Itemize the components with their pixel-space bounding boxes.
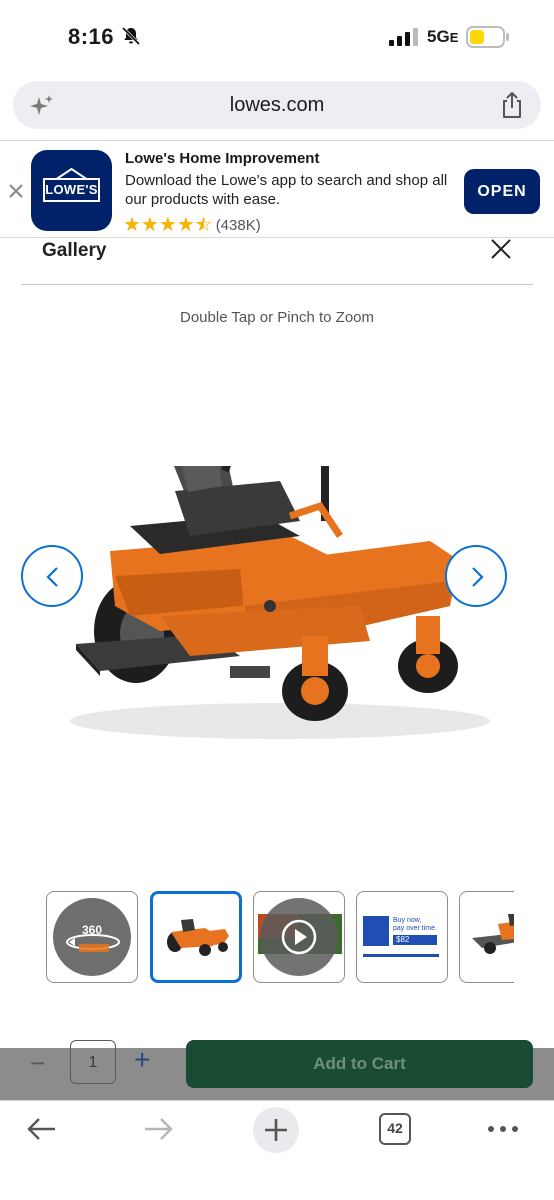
bell-slash-icon [121, 26, 141, 46]
divider [21, 284, 533, 285]
plus-icon [265, 1119, 287, 1141]
quantity-input[interactable]: 1 [70, 1040, 116, 1084]
quantity-increment-button[interactable]: + [134, 1044, 150, 1076]
thumbnail-image-selected[interactable] [150, 891, 242, 983]
lowes-logo-text: LOWE'S [43, 178, 100, 202]
smart-app-banner: LOWE'S Lowe's Home Improvement Download … [0, 140, 554, 238]
financing-line-2: pay over time. [393, 925, 437, 932]
rating-count: (438K) [215, 216, 261, 234]
network-label: 5GE [427, 27, 458, 47]
thumbnail-strip[interactable]: 360 Buy now, pay over time. $82 [46, 890, 514, 986]
lowes-app-icon[interactable]: LOWE'S [31, 150, 112, 231]
back-arrow-icon[interactable] [25, 1115, 57, 1143]
thumbnail-image[interactable] [459, 891, 514, 983]
banner-close-icon[interactable] [8, 183, 24, 199]
open-app-button[interactable]: OPEN [464, 169, 540, 214]
status-bar: 8:16 5GE [0, 0, 554, 76]
forward-arrow-icon[interactable] [143, 1115, 175, 1143]
half-star-icon: ☆ ★ [194, 214, 213, 236]
thumbnail-financing[interactable]: Buy now, pay over time. $82 [356, 891, 448, 983]
financing-line-1: Buy now, [393, 917, 422, 924]
close-icon[interactable] [490, 238, 512, 260]
star-icon: ★ [158, 214, 177, 236]
zoom-hint: Double Tap or Pinch to Zoom [180, 309, 374, 326]
tab-switcher-button[interactable]: 42 [379, 1113, 411, 1145]
buy-bar: − 1 + Add to Cart [0, 1040, 554, 1100]
financing-card-graphic [363, 916, 389, 946]
previous-image-button[interactable] [21, 545, 83, 607]
new-tab-button[interactable] [253, 1107, 299, 1153]
star-icon: ★ [176, 214, 195, 236]
quantity-decrement-button[interactable]: − [30, 1048, 45, 1079]
gallery-title: Gallery [42, 240, 107, 261]
app-rating: ★ ★ ★ ★ ☆ ★ (438K) [123, 215, 261, 235]
gallery-modal: Gallery Double Tap or Pinch to Zoom 360 … [0, 238, 554, 1048]
chevron-right-icon [472, 567, 484, 587]
financing-amount: $82 [393, 935, 437, 945]
thumbnail-360[interactable]: 360 [46, 891, 138, 983]
app-title: Lowe's Home Improvement [125, 150, 320, 167]
next-image-button[interactable] [445, 545, 507, 607]
mower-thumbnail [472, 914, 514, 954]
mower-thumbnail [167, 919, 229, 956]
network-type: 5G [427, 27, 450, 46]
browser-toolbar: 42 [0, 1100, 554, 1200]
battery-icon [466, 26, 509, 48]
financing-text: Buy now, pay over time. [393, 917, 437, 933]
more-options-icon[interactable] [486, 1115, 520, 1143]
product-image-mower[interactable] [40, 466, 510, 756]
thumbnail-video[interactable] [253, 891, 345, 983]
app-description: Download the Lowe's app to search and sh… [125, 172, 448, 208]
financing-card: Buy now, pay over time. $82 [363, 916, 443, 948]
share-icon[interactable] [499, 91, 525, 119]
chevron-left-icon [46, 567, 58, 587]
star-icon: ★ [123, 214, 141, 236]
thumbnail-360-label: 360 [81, 923, 103, 937]
star-icon: ★ [140, 214, 159, 236]
play-icon [281, 919, 317, 955]
address-bar[interactable]: lowes.com [13, 81, 541, 129]
network-suffix: E [449, 30, 459, 45]
status-time: 8:16 [68, 24, 115, 49]
url-text[interactable]: lowes.com [13, 94, 541, 117]
cellular-signal-icon [389, 28, 418, 46]
financing-underline [363, 954, 439, 957]
add-to-cart-button[interactable]: Add to Cart [186, 1040, 533, 1088]
